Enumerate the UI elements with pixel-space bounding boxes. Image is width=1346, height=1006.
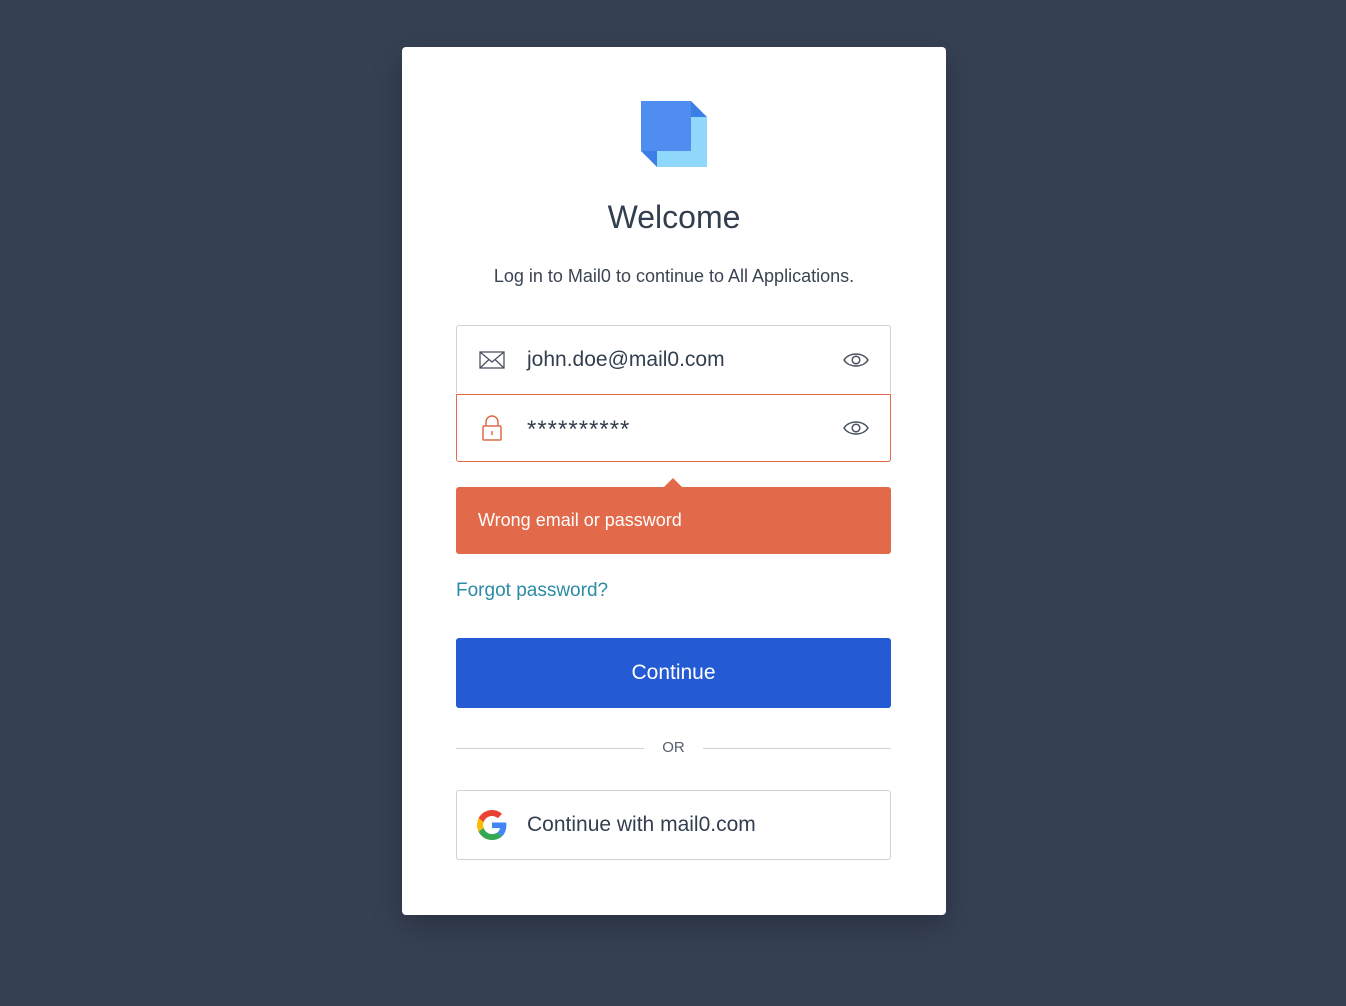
stacked-square-logo-icon [641,101,707,167]
error-banner: Wrong email or password [456,478,891,554]
google-signin-button[interactable]: Continue with mail0.com [456,790,891,860]
login-card: Welcome Log in to Mail0 to continue to A… [402,47,946,915]
google-icon [477,810,507,840]
page-title: Welcome [607,199,741,235]
forgot-password-link[interactable]: Forgot password? [456,580,608,602]
eye-icon[interactable] [842,350,870,370]
password-value: ********** [527,415,631,443]
google-signin-label: Continue with mail0.com [527,813,756,836]
eye-icon[interactable] [842,418,870,438]
email-field[interactable]: john.doe@mail0.com [456,325,891,393]
continue-button[interactable]: Continue [456,638,891,708]
envelope-icon [479,350,505,369]
divider-line [703,748,891,749]
password-field[interactable]: ********** [456,394,891,462]
page-subtitle: Log in to Mail0 to continue to All Appli… [493,266,855,286]
email-value: john.doe@mail0.com [527,347,725,371]
or-divider: OR [456,737,891,761]
lock-icon [482,415,502,441]
